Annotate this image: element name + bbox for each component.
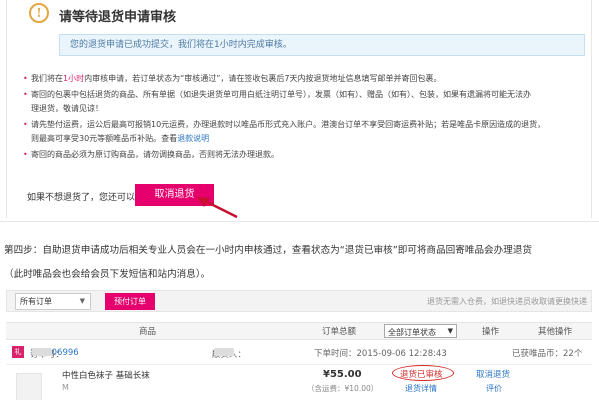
refund-status-panel: ! 请等待退货申请审核 您的退货申请已成功提交，我们将在1小时内完成审核。 我们… — [0, 0, 599, 222]
status-badge: 退货已审核 — [400, 370, 443, 380]
instruction-text: 寄回的包裹中包括退货的商品、所有单据（如退失退货单可用白纸注明订单号），发票（如… — [31, 90, 531, 99]
table-row: 中性白色袜子 基础长袜 M ¥55.00 （含运费：¥10.00） 退货已审核 … — [6, 364, 592, 400]
gift-icon: 礼 — [12, 346, 24, 358]
review-link[interactable]: 评价 — [486, 383, 502, 394]
notice-box: 您的退货申请已成功提交，我们将在1小时内完成审核。 — [59, 34, 585, 56]
instruction-item: 寄回的包裹中包括退货的商品、所有单据（如退失退货单可用白纸注明订单号），发票（如… — [23, 88, 591, 116]
shipping-hint: 退货无需入仓费，如退快递员收取请更换快递 — [427, 297, 587, 306]
prepay-orders-button[interactable]: 预付订单 — [105, 293, 155, 310]
instruction-text: 我们将在 — [31, 74, 63, 83]
order-time: 下单时间：2015-09-06 12:28:43 — [314, 349, 447, 359]
instruction-text: 内审核申请，若订单状态为“审核通过”，请在签收包裹后7天内按退货地址信息填写邮单… — [84, 74, 442, 83]
refund-info-link[interactable]: 退款说明 — [177, 134, 209, 143]
masked-text — [214, 348, 234, 356]
order-status-select[interactable]: 全部订单状态 ▼ — [384, 324, 457, 338]
header-other-action: 其他操作 — [538, 327, 573, 337]
panel-title: 请等待退货申请审核 — [59, 10, 177, 25]
header-total: 订单总额 — [322, 327, 357, 337]
instruction-text: 理退货，敬请见谅！ — [31, 104, 103, 113]
instruction-text: 则最高可享受30元等额唯品币补贴。查看 — [31, 134, 178, 143]
instruction-list: 我们将在1小时内审核申请，若订单状态为“审核通过”，请在签收包裹后7天内按退货地… — [23, 72, 591, 164]
return-details-link[interactable]: 退货详情 — [405, 383, 437, 394]
chevron-down-icon: ▼ — [79, 297, 85, 305]
product-name[interactable]: 中性白色袜子 基础长袜 — [62, 369, 150, 381]
instruction-item: 请先垫付运费，运公后最高可报销10元运费，办理退款时以唯品币形式充入账户。港澳台… — [23, 118, 591, 146]
step-note: （此时唯品会也会给会员下发短信和站内消息）。 — [4, 269, 211, 280]
instruction-item: 寄回的商品必须为原订购商品，请勿调换商品，否则将无法办理退款。 — [23, 148, 591, 162]
info-icon: ! — [29, 3, 49, 23]
instruction-text: 请先垫付运费，运公后最高可报销10元运费，办理退款时以唯品币形式充入账户。港澳台… — [31, 120, 546, 129]
order-type-select[interactable]: 所有订单 ▼ — [15, 293, 91, 310]
order-status-value: 全部订单状态 — [388, 328, 436, 337]
product-thumbnail[interactable] — [16, 373, 42, 400]
order-header-row: 礼 订单号：150906996 收货人：严 下单时间：2015-09-06 12… — [6, 346, 592, 362]
order-type-value: 所有订单 — [20, 297, 52, 306]
product-size: M — [62, 383, 69, 392]
order-price: ¥55.00 — [323, 369, 362, 380]
instruction-highlight: 1小时 — [63, 74, 85, 83]
no-return-prompt: 如果不想退货了，您还可以 — [27, 193, 136, 203]
masked-text — [32, 348, 52, 356]
chevron-down-icon: ▼ — [447, 327, 453, 335]
shipping-fee: （含运费：¥10.00） — [307, 384, 379, 393]
cancel-return-link[interactable]: 取消退货 — [476, 368, 510, 380]
header-product: 商品 — [139, 327, 157, 337]
order-filter-bar: 所有订单 ▼ 预付订单 退货无需入仓费，如退快递员收取请更换快递 — [6, 290, 592, 312]
order-list-section: 所有订单 ▼ 预付订单 退货无需入仓费，如退快递员收取请更换快递 商品 订单总额… — [0, 288, 599, 400]
instruction-text: 寄回的商品必须为原订购商品，请勿调换商品，否则将无法办理退款。 — [31, 150, 279, 159]
instruction-item: 我们将在1小时内审核申请，若订单状态为“审核通过”，请在签收包裹后7天内按退货地… — [23, 72, 591, 86]
step-description: 第四步：自助退货申请成功后相关专业人员会在一小时内申核通过，查看状态为“退货已审… — [4, 245, 533, 256]
points-earned: 已获唯品币：22个 — [512, 349, 583, 359]
panel-frame: ! 请等待退货申请审核 您的退货申请已成功提交，我们将在1小时内完成审核。 我们… — [6, 0, 592, 218]
red-arrow-annotation-icon — [197, 197, 238, 219]
order-table-header: 商品 订单总额 全部订单状态 ▼ 操作 其他操作 — [6, 322, 592, 340]
header-action: 操作 — [482, 327, 500, 337]
